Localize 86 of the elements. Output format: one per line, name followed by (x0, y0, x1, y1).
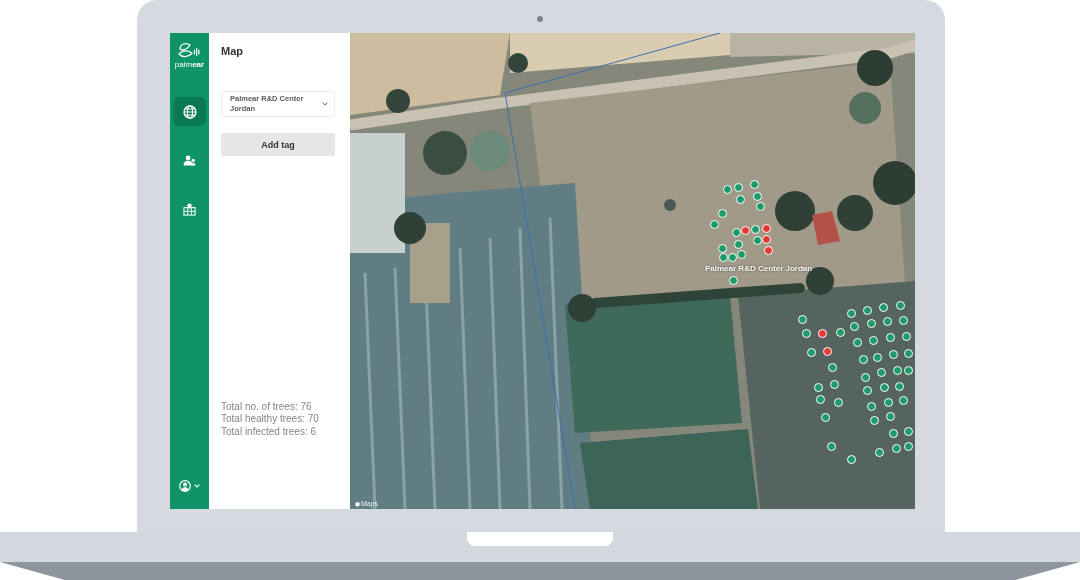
tree-marker-icon[interactable] (815, 394, 825, 404)
panel-title: Map (221, 45, 244, 58)
people-icon (183, 155, 196, 166)
tree-marker-icon[interactable] (846, 308, 856, 318)
tree-marker-icon[interactable] (903, 365, 913, 375)
tree-marker-icon[interactable] (892, 365, 902, 375)
tree-marker-icon[interactable] (718, 252, 728, 262)
tree-marker-icon[interactable] (801, 328, 811, 338)
tree-marker-icon[interactable] (866, 318, 876, 328)
tree-marker-icon[interactable] (849, 321, 859, 331)
tree-marker-icon[interactable] (858, 354, 868, 364)
grid-map-icon (183, 203, 196, 216)
tree-marker-icon[interactable] (813, 382, 823, 392)
tree-marker-icon[interactable] (868, 335, 878, 345)
tree-marker-icon[interactable] (903, 426, 913, 436)
tree-marker-icon[interactable] (901, 331, 911, 341)
tree-marker-icon[interactable] (733, 239, 743, 249)
tree-marker-icon[interactable] (820, 412, 830, 422)
tree-marker-icon[interactable] (903, 441, 913, 451)
tree-marker-icon[interactable] (869, 415, 879, 425)
tree-marker-icon[interactable] (806, 347, 816, 357)
tree-stat-text: Total infected trees: 6 (221, 425, 318, 438)
tree-marker-icon[interactable] (879, 382, 889, 392)
tree-marker-icon[interactable] (835, 327, 845, 337)
tree-marker-icon[interactable] (903, 348, 913, 358)
tree-marker-icon[interactable] (717, 208, 727, 218)
tree-marker-icon[interactable] (862, 305, 872, 315)
tree-marker-icon[interactable] (717, 243, 727, 253)
tree-marker-icon[interactable] (750, 224, 760, 234)
tree-marker-icon[interactable] (895, 300, 905, 310)
add-tag-button[interactable]: Add tag (221, 133, 335, 156)
tree-marker-icon[interactable] (752, 191, 762, 201)
tree-marker-icon[interactable] (740, 225, 750, 235)
tree-marker-icon[interactable] (862, 385, 872, 395)
tree-marker-icon[interactable] (891, 443, 901, 453)
tree-marker-icon[interactable] (709, 219, 719, 229)
tree-marker-icon[interactable] (728, 275, 738, 285)
tree-marker-icon[interactable] (898, 395, 908, 405)
globe-icon (182, 104, 197, 119)
tree-marker-icon[interactable] (846, 454, 856, 464)
apple-icon (355, 501, 360, 507)
tree-marker-icon[interactable] (736, 249, 746, 259)
tree-marker-icon[interactable] (888, 428, 898, 438)
tree-marker-icon[interactable] (874, 447, 884, 457)
tree-marker-icon[interactable] (827, 362, 837, 372)
tree-marker-icon[interactable] (866, 401, 876, 411)
chevron-down-icon (322, 102, 328, 106)
site-name-label: Palmear R&D Center Jordan (705, 264, 813, 273)
user-avatar-icon (179, 480, 191, 492)
tree-marker-icon[interactable] (898, 315, 908, 325)
tree-marker-icon[interactable] (822, 346, 832, 356)
tree-marker-icon[interactable] (761, 223, 771, 233)
account-menu-button[interactable] (179, 480, 200, 492)
tree-marker-icon[interactable] (749, 179, 759, 189)
tree-marker-icon[interactable] (883, 397, 893, 407)
tree-marker-icon[interactable] (833, 397, 843, 407)
tree-marker-icon[interactable] (878, 302, 888, 312)
tree-marker-icon[interactable] (826, 441, 836, 451)
tree-marker-icon[interactable] (735, 194, 745, 204)
chevron-down-icon (194, 484, 200, 488)
tree-marker-icon[interactable] (885, 411, 895, 421)
tree-marker-icon[interactable] (894, 381, 904, 391)
tree-marker-icon[interactable] (763, 245, 773, 255)
tree-marker-icon[interactable] (727, 252, 737, 262)
tree-marker-icon[interactable] (888, 349, 898, 359)
tree-marker-icon[interactable] (882, 316, 892, 326)
tree-stat-text: Total no. of trees: 76 (221, 400, 313, 413)
logo-text: palmear (174, 60, 205, 70)
nav-button[interactable] (173, 97, 206, 126)
tree-marker-icon[interactable] (722, 184, 732, 194)
tree-marker-icon[interactable] (797, 314, 807, 324)
tree-marker-icon[interactable] (885, 332, 895, 342)
tree-marker-icon[interactable] (752, 235, 762, 245)
tree-marker-icon[interactable] (731, 227, 741, 237)
tree-marker-icon[interactable] (876, 367, 886, 377)
tree-marker-icon[interactable] (755, 201, 765, 211)
tree-marker-icon[interactable] (817, 328, 827, 338)
tree-marker-icon[interactable] (829, 379, 839, 389)
tree-marker-icon[interactable] (733, 182, 743, 192)
leaf-logo-icon (177, 42, 202, 58)
tree-marker-icon[interactable] (872, 352, 882, 362)
tree-marker-icon[interactable] (761, 234, 771, 244)
tree-marker-icon[interactable] (860, 372, 870, 382)
tree-marker-icon[interactable] (852, 337, 862, 347)
tree-stat-text: Total healthy trees: 70 (221, 413, 320, 426)
camera-dot-icon (537, 16, 543, 22)
